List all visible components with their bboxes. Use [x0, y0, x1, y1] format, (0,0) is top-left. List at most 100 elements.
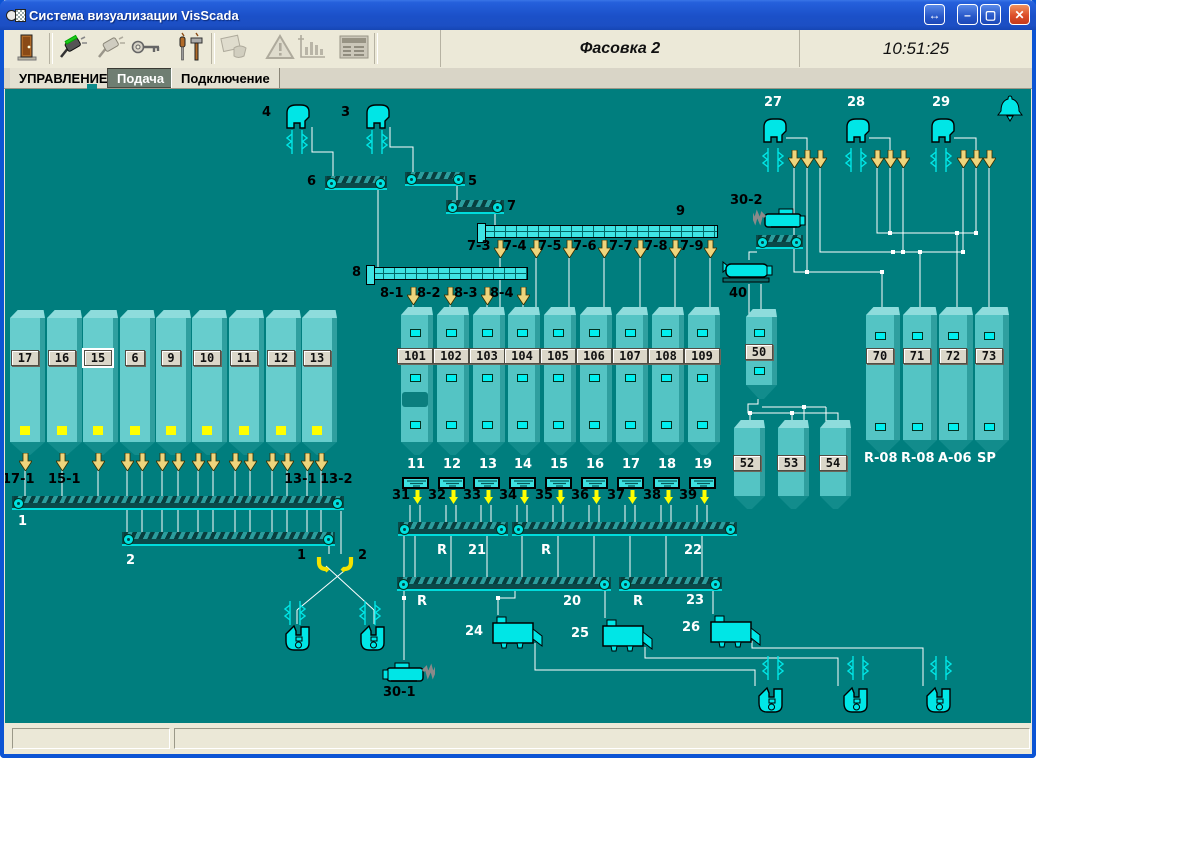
- feed-arrow-icon: [413, 490, 422, 504]
- label-7: 7: [507, 200, 516, 213]
- elevator-boot-icon: [756, 686, 786, 714]
- level-indicator: [410, 421, 421, 429]
- maximize-button[interactable]: ▢: [980, 4, 1001, 25]
- silo-label-button[interactable]: 107: [612, 348, 648, 364]
- silo-label-button[interactable]: 103: [469, 348, 505, 364]
- silo-13: 13: [302, 318, 337, 455]
- flow-arrow-icon: [92, 453, 105, 471]
- plug-connect-button[interactable]: [54, 32, 90, 66]
- silo-label-button[interactable]: 17: [11, 350, 39, 366]
- label-1: 1: [297, 549, 306, 562]
- silo-side-face: [1003, 315, 1009, 440]
- tools-button[interactable]: [172, 32, 208, 66]
- silo-body: [47, 318, 77, 442]
- silo-side-face: [535, 315, 540, 442]
- silo-label-button[interactable]: 106: [576, 348, 612, 364]
- silo-side-face: [894, 315, 900, 440]
- close-button[interactable]: ✕: [1009, 4, 1030, 25]
- level-indicator: [589, 421, 600, 429]
- silo-label-button[interactable]: 10: [193, 350, 221, 366]
- diverter-valve-icon: [316, 556, 330, 573]
- silo-50: 50: [746, 317, 777, 399]
- label-7-3: 7-3: [467, 240, 491, 253]
- silo-label-button[interactable]: 71: [903, 348, 931, 364]
- tab-control[interactable]: УПРАВЛЕНИЕ: [10, 68, 118, 88]
- silo-funnel: [508, 442, 540, 455]
- silo-label-button[interactable]: 108: [648, 348, 684, 364]
- grate-icon: [405, 479, 428, 488]
- silo-label-button[interactable]: 15: [84, 350, 112, 366]
- silo-body: [120, 318, 150, 442]
- silo-101: 101: [401, 315, 433, 455]
- label-8-4: 8-4: [490, 287, 514, 300]
- label-33: 33: [463, 489, 481, 502]
- silo-funnel: [746, 385, 777, 399]
- tab-podkluchenie[interactable]: Подключение: [171, 68, 280, 88]
- level-indicator: [697, 421, 708, 429]
- label-3: 3: [341, 106, 350, 119]
- silo-label-button[interactable]: 13: [303, 350, 331, 366]
- silo-label-button[interactable]: 52: [733, 455, 761, 471]
- silo-label-button[interactable]: 70: [866, 348, 894, 364]
- silo-side-face: [571, 315, 576, 442]
- silo-label-button[interactable]: 105: [540, 348, 576, 364]
- silo-109: 109: [688, 315, 720, 455]
- label-40: 40: [729, 287, 747, 300]
- silo-label-button[interactable]: 72: [939, 348, 967, 364]
- silo-label-button[interactable]: 9: [161, 350, 181, 366]
- silo-label-button[interactable]: 109: [684, 348, 720, 364]
- belt-surface: [399, 577, 609, 584]
- belt-surface: [400, 522, 506, 529]
- level-indicator: [912, 423, 923, 431]
- plug-disconnect-button[interactable]: [92, 32, 128, 66]
- silo-label-button[interactable]: 16: [48, 350, 76, 366]
- screw-feeder-icon: [381, 660, 435, 686]
- silo-label-button[interactable]: 73: [975, 348, 1003, 364]
- silo-side-face: [296, 318, 301, 442]
- flow-arrow-icon: [788, 150, 801, 168]
- hopper-head-icon: [761, 116, 789, 143]
- label-15-1: 15-1: [48, 473, 81, 486]
- silo-label-button[interactable]: 104: [504, 348, 540, 364]
- flow-arrow-icon: [983, 150, 996, 168]
- key-button[interactable]: [128, 32, 164, 66]
- alarm-warning-button: [262, 32, 298, 66]
- label-15: 15: [550, 458, 568, 471]
- silo-label-button[interactable]: 102: [433, 348, 469, 364]
- toolbar-separator: [374, 33, 378, 64]
- label-32: 32: [428, 489, 446, 502]
- silo-12: 12: [266, 318, 301, 455]
- silo-label-button[interactable]: 12: [267, 350, 295, 366]
- elevator-boot-icon: [924, 686, 954, 714]
- title-bar[interactable]: Система визуализации VisScada ↔–▢✕: [0, 0, 1036, 30]
- junction-dot: [496, 596, 500, 600]
- roller-cylinder-icon: [722, 260, 774, 284]
- roller-icon: [496, 524, 507, 535]
- label-35: 35: [535, 489, 553, 502]
- trends-chart-icon: [296, 33, 328, 66]
- resize-button[interactable]: ↔: [924, 4, 945, 25]
- status-bar: [4, 724, 1032, 754]
- trends-chart-button: [294, 32, 330, 66]
- silo-label-button[interactable]: 54: [819, 455, 847, 471]
- exit-door-button[interactable]: [12, 32, 48, 66]
- silo-15: 15: [83, 318, 118, 455]
- minimize-button[interactable]: –: [957, 4, 978, 25]
- flow-arrow-icon: [229, 453, 242, 471]
- roller-icon: [375, 178, 386, 189]
- tab-podacha[interactable]: Подача: [107, 68, 174, 88]
- belt-surface: [514, 522, 735, 529]
- silo-label-button[interactable]: 11: [230, 350, 258, 366]
- label-8-2: 8-2: [417, 287, 441, 300]
- vibrator-bracket-icon: [930, 655, 952, 681]
- label-7-7: 7-7: [609, 240, 633, 253]
- level-indicator: [625, 329, 636, 337]
- silo-label-button[interactable]: 53: [777, 455, 805, 471]
- junction-dot: [888, 231, 892, 235]
- label-7-9: 7-9: [680, 240, 704, 253]
- silo-label-button[interactable]: 101: [397, 348, 433, 364]
- silo-label-button[interactable]: 6: [125, 350, 145, 366]
- silo-label-button[interactable]: 50: [745, 344, 773, 360]
- vibrator-bracket-icon: [762, 655, 784, 681]
- label-21: 21: [468, 544, 486, 557]
